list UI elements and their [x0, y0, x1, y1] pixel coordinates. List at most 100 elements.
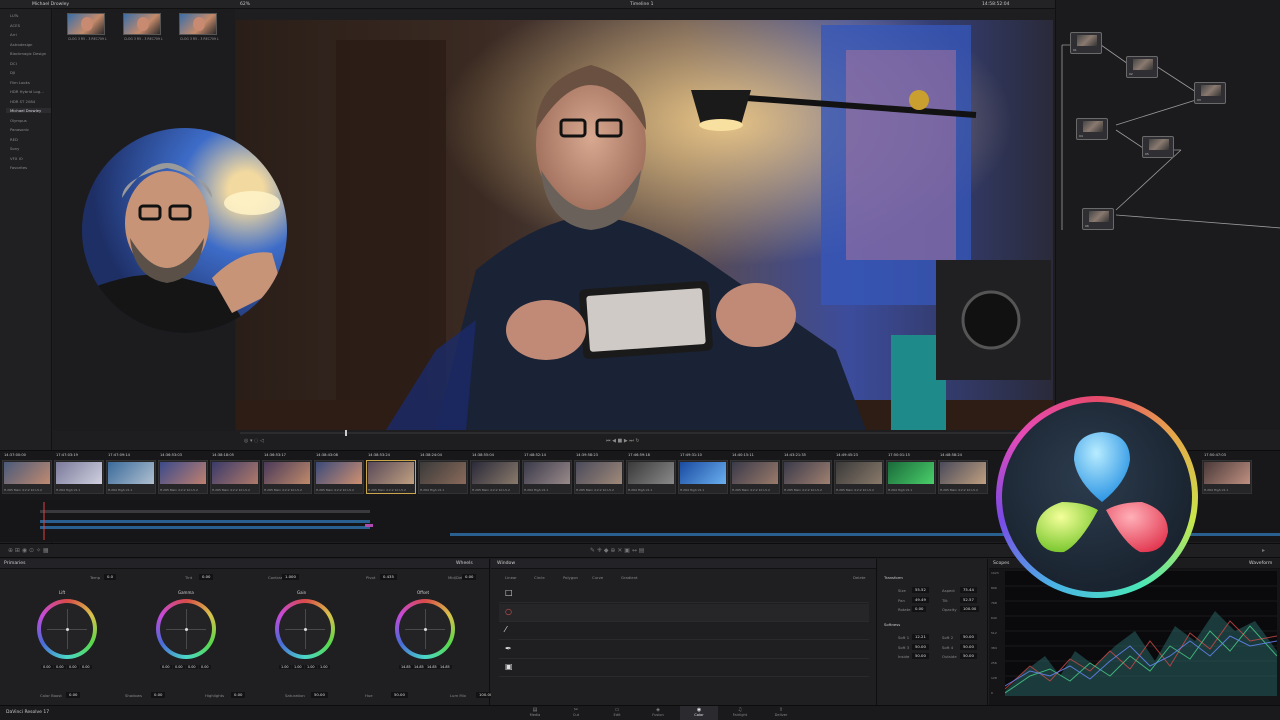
wheel-value[interactable]: 0.00 [173, 665, 185, 669]
timeline-clip[interactable]: 17:49:31:10 H.264 High L5.1 [678, 453, 728, 494]
wheel-puck[interactable] [184, 627, 188, 631]
wheel-value[interactable]: 0.00 [80, 665, 92, 669]
palette-expand-icon[interactable]: ▸ [1262, 547, 1265, 554]
transform-value[interactable]: 75.44 [960, 587, 977, 593]
transform-value[interactable]: 100.00 [960, 606, 980, 612]
primary-param-value[interactable]: 0.00 [462, 574, 477, 580]
wheel-value[interactable]: 1.00 [279, 665, 291, 669]
viewer-scrubber[interactable] [240, 430, 1050, 436]
scrubber-playhead[interactable] [345, 430, 347, 436]
viewer-options-icon[interactable]: ◎ ▾ ◌ ◁ [244, 438, 264, 444]
lut-item[interactable]: ACES [10, 23, 20, 28]
lut-item[interactable]: Panasonic [10, 127, 29, 132]
primary-param-value[interactable]: 50.00 [391, 692, 408, 698]
wheel-value[interactable]: 0.00 [54, 665, 66, 669]
gallery-still[interactable] [179, 13, 217, 35]
timeline-clip[interactable]: 14:38:18:05 H.265 Main 4:2:2 10 L5.2 [210, 453, 260, 494]
color-node[interactable]: 06 [1082, 208, 1114, 230]
play-controls[interactable]: ⏮ ◀ ■ ▶ ⏭ ↻ [606, 438, 640, 444]
window-shape-icon[interactable]: ○ [505, 607, 512, 616]
wheel-puck[interactable] [303, 627, 307, 631]
wheel-value[interactable]: 1.00 [292, 665, 304, 669]
window-shape-tool[interactable]: Linear [505, 575, 517, 580]
wheel-value[interactable]: 0.00 [67, 665, 79, 669]
primary-param-value[interactable]: 50.00 [311, 692, 328, 698]
timeline-clip[interactable]: 14:36:53:17 H.265 Main 4:2:2 10 L5.2 [262, 453, 312, 494]
color-node[interactable]: 03 [1194, 82, 1226, 104]
wheel-value[interactable]: 0.00 [199, 665, 211, 669]
timeline-clip[interactable]: 17:46:59:18 H.264 High L5.1 [626, 453, 676, 494]
primary-param-value[interactable]: 1.000 [282, 574, 299, 580]
page-tab-fairlight[interactable]: ♫ Fairlight [721, 706, 759, 720]
lut-item[interactable]: RED [10, 137, 18, 142]
timeline-clip[interactable]: 14:36:53:03 H.265 Main 4:2:2 10 L5.2 [158, 453, 208, 494]
wheel-puck[interactable] [65, 627, 69, 631]
lut-item[interactable]: DJI [10, 70, 15, 75]
timeline-clip[interactable]: 14:37:00:00 H.265 Main 4:2:2 10 L5.2 [2, 453, 52, 494]
page-tab-media[interactable]: ▤ Media [516, 706, 554, 720]
primary-param-value[interactable]: 0.00 [199, 574, 214, 580]
timeline-clip[interactable]: 17:47:09:14 H.264 High L5.1 [106, 453, 156, 494]
primary-param-value[interactable]: 0.00 [151, 692, 166, 698]
lut-item[interactable]: Michael Drowley [6, 108, 51, 113]
window-shape-tool[interactable]: Gradient [621, 575, 638, 580]
window-shape-tool[interactable]: Polygon [563, 575, 578, 580]
lut-item[interactable]: DCI [10, 61, 17, 66]
wheel-value[interactable]: 1.00 [305, 665, 317, 669]
page-tab-fusion[interactable]: ◈ Fusion [639, 706, 677, 720]
transform-value[interactable]: 50.00 [960, 634, 977, 640]
transform-value[interactable]: 50.00 [912, 643, 929, 650]
primary-param-value[interactable]: 0.435 [380, 574, 397, 580]
timeline-clip[interactable]: 14:38:55:04 H.265 Main 4:2:2 10 L5.2 [470, 453, 520, 494]
window-row[interactable]: ⁄ [499, 622, 869, 640]
window-shape-icon[interactable]: ⁄ [505, 625, 506, 634]
lut-item[interactable]: Sony [10, 146, 19, 151]
timeline-clip[interactable]: 14:48:58:24 H.265 Main 4:2:2 10 L5.2 [938, 453, 988, 494]
palette-icons-center[interactable]: ✎ ⁜ ◆ ⊕ ✕ ▣ ↔ ▤ [590, 547, 644, 554]
timeline-select[interactable]: Timeline 1 [630, 2, 653, 7]
window-shape-icon[interactable]: ✒ [505, 644, 512, 653]
transform-value[interactable]: 50.00 [960, 653, 977, 659]
transform-value[interactable]: 49.49 [912, 596, 929, 603]
color-node[interactable]: 02 [1126, 56, 1158, 78]
timeline-clip[interactable]: 14:43:21:35 H.265 Main 4:2:2 10 L5.2 [782, 453, 832, 494]
transform-value[interactable]: 52.57 [960, 596, 977, 603]
window-row[interactable]: ▣ [499, 659, 869, 677]
lut-item[interactable]: Favorites [10, 165, 27, 170]
primary-param-value[interactable]: 0.00 [231, 692, 246, 698]
timeline-clip[interactable]: 14:49:45:23 H.265 Main 4:2:2 10 L5.2 [834, 453, 884, 494]
lut-item[interactable]: HDR Hybrid Log... [10, 89, 44, 94]
wheel-value[interactable]: 1.00 [318, 665, 330, 669]
window-row[interactable]: ○ [499, 603, 869, 622]
lut-item[interactable]: VFX IO [10, 156, 23, 161]
timeline-clip[interactable]: 17:50:01:15 H.264 High L5.1 [886, 453, 936, 494]
lut-item[interactable]: Olympus [10, 118, 27, 123]
window-row[interactable]: ✒ [499, 641, 869, 659]
lut-item[interactable]: LUTs [10, 13, 18, 18]
primary-param-value[interactable]: 0.0 [104, 574, 117, 580]
timeline-clip[interactable]: 17:50:47:03 H.264 High L5.1 [1202, 453, 1252, 494]
lut-item[interactable]: Astrodesign [10, 42, 32, 47]
transform-value[interactable]: 12.21 [912, 634, 929, 640]
wheel-puck[interactable] [423, 627, 427, 631]
lut-item[interactable]: Blackmagic Design [10, 51, 46, 56]
color-node[interactable]: 05 [1142, 136, 1174, 158]
timeline-clip[interactable]: 14:38:24:04 H.264 High L5.1 [418, 453, 468, 494]
transform-value[interactable]: 0.00 [912, 606, 927, 612]
gallery-still[interactable] [123, 13, 161, 35]
wheel-value[interactable]: 14.85 [438, 665, 452, 669]
window-shape-icon[interactable]: □ [505, 588, 513, 597]
lut-item[interactable]: Arri [10, 32, 17, 37]
zoom-select[interactable]: 62% [240, 2, 250, 7]
wheel-value[interactable]: 0.00 [160, 665, 172, 669]
timeline-clip[interactable]: 17:48:52:14 H.264 High L5.1 [522, 453, 572, 494]
wheel-value[interactable]: 14.85 [425, 665, 439, 669]
timeline-clip[interactable]: 14:38:43:08 H.265 Main 4:2:2 10 L5.2 [314, 453, 364, 494]
wheel-value[interactable]: 14.85 [399, 665, 413, 669]
page-tab-color[interactable]: ◉ Color [680, 706, 718, 720]
lut-item[interactable]: HDR ST 2084 [10, 99, 35, 104]
page-tab-cut[interactable]: ✂ Cut [557, 706, 595, 720]
transform-value[interactable]: 55.52 [912, 587, 929, 593]
timeline-clip[interactable]: 14:40:15:11 H.265 Main 4:2:2 10 L5.2 [730, 453, 780, 494]
timeline-clip[interactable]: 14:38:53:24 H.265 Main 4:2:2 10 L5.2 [366, 453, 416, 494]
